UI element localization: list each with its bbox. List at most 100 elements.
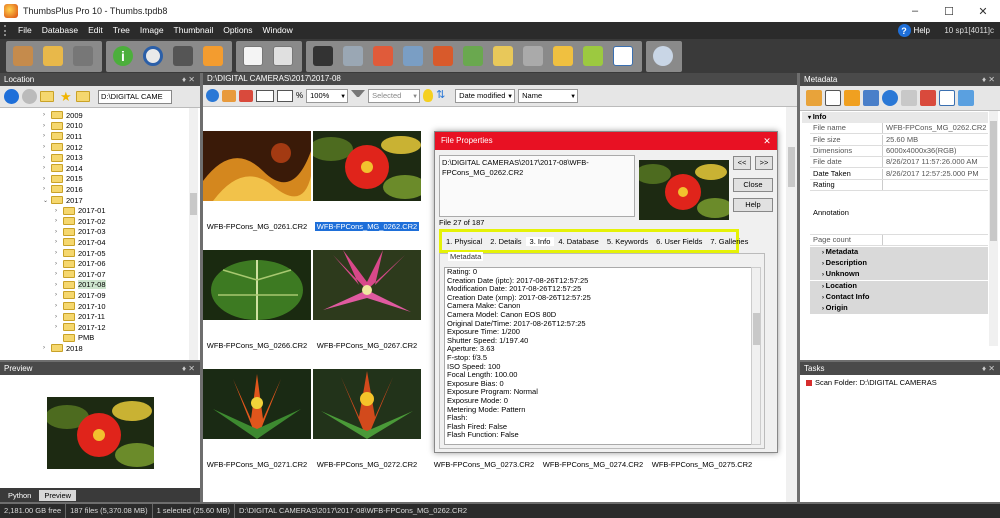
panel-pin-icon[interactable]: ♦ ✕ xyxy=(982,362,995,375)
panel-pin-icon[interactable]: ♦ ✕ xyxy=(182,73,195,86)
panel-pin-icon[interactable]: ♦ ✕ xyxy=(982,73,995,86)
scan-icon[interactable] xyxy=(399,42,427,70)
copy-icon[interactable] xyxy=(239,42,267,70)
metadata-gear-icon[interactable] xyxy=(901,90,917,106)
scroll-thumb[interactable] xyxy=(190,193,197,215)
tree-node[interactable]: PMB xyxy=(55,333,94,344)
tree-node[interactable]: › 2012 xyxy=(43,142,83,153)
metadata-section[interactable]: ▾ Info xyxy=(802,112,988,123)
metadata-row[interactable]: Annotation xyxy=(810,191,988,236)
menu-tree[interactable]: Tree xyxy=(108,22,135,39)
browse-folder-icon[interactable] xyxy=(76,91,90,102)
tab-keywords[interactable]: 5. Keywords xyxy=(603,237,652,246)
next-file-button[interactable]: >> xyxy=(755,156,773,170)
thumbnail-image[interactable] xyxy=(313,250,421,320)
metadata-subsection[interactable]: › Origin xyxy=(810,303,988,315)
metadata-row[interactable]: Dimensions 6000x4000x36(RGB) xyxy=(810,145,988,157)
checklist-icon[interactable] xyxy=(609,42,637,70)
metadata-subsection[interactable]: › Location xyxy=(810,280,988,292)
metadata-list-scrollbar[interactable] xyxy=(751,267,761,445)
thumbnail-item[interactable]: WFB-FPCons_MG_0266.CR2 xyxy=(203,250,311,368)
tree-node[interactable]: › 2017-06 xyxy=(55,258,106,269)
tab-user-fields[interactable]: 6. User Fields xyxy=(652,237,706,246)
tree-node[interactable]: › 2017-04 xyxy=(55,237,106,248)
tab-info[interactable]: 3. Info xyxy=(525,236,555,246)
tree-node[interactable]: › 2017-01 xyxy=(55,205,106,216)
tree-node[interactable]: › 2015 xyxy=(43,174,83,185)
dialog-close-icon[interactable]: ✕ xyxy=(761,135,773,147)
email-icon[interactable] xyxy=(369,42,397,70)
save-metadata-icon[interactable] xyxy=(844,90,860,106)
thumbnail-image[interactable] xyxy=(313,369,421,439)
chevron-icon[interactable]: › xyxy=(43,144,51,150)
lightbulb-icon[interactable] xyxy=(423,89,434,102)
task-item[interactable]: Scan Folder: D:\DIGITAL CAMERAS xyxy=(806,378,937,387)
metadata-row[interactable]: File name WFB-FPCons_MG_0262.CR2 xyxy=(810,123,988,135)
tree-node[interactable]: › 2017-09 xyxy=(55,290,106,301)
scroll-thumb[interactable] xyxy=(990,121,997,241)
chevron-icon[interactable]: › xyxy=(55,250,63,256)
sort-secondary-select[interactable]: Name ▼ xyxy=(518,88,579,103)
previous-file-button[interactable]: << xyxy=(733,156,751,170)
thumbnail-image[interactable] xyxy=(203,131,311,201)
sync-icon[interactable] xyxy=(882,90,898,106)
tools-icon[interactable] xyxy=(459,42,487,70)
delete-folder-icon[interactable] xyxy=(519,42,547,70)
menu-database[interactable]: Database xyxy=(37,22,83,39)
chevron-icon[interactable]: › xyxy=(55,292,63,298)
print-icon[interactable] xyxy=(339,42,367,70)
tab-galleries[interactable]: 7. Galleries xyxy=(706,237,752,246)
refresh-icon[interactable] xyxy=(206,89,219,102)
find-icon[interactable] xyxy=(309,42,337,70)
chevron-icon[interactable]: ⌄ xyxy=(43,197,51,204)
chevron-icon[interactable]: › xyxy=(55,314,63,320)
slideshow-icon[interactable] xyxy=(169,42,197,70)
info-icon[interactable]: i xyxy=(109,42,137,70)
chevron-icon[interactable]: › xyxy=(55,282,63,288)
untag-icon[interactable] xyxy=(239,89,253,102)
sort-primary-select[interactable]: Date modified ▼ xyxy=(455,88,516,103)
web-gallery-icon[interactable] xyxy=(429,42,457,70)
dialog-close-button[interactable]: Close xyxy=(733,178,773,192)
chevron-icon[interactable]: › xyxy=(43,165,51,171)
thumbnail-item[interactable]: WFB-FPCons_MG_0272.CR2 xyxy=(313,369,421,487)
tab-details[interactable]: 2. Details xyxy=(486,237,525,246)
tab-physical[interactable]: 1. Physical xyxy=(442,237,486,246)
blank-icon[interactable] xyxy=(825,90,841,106)
tree-node[interactable]: › 2017-10 xyxy=(55,301,106,312)
chevron-icon[interactable]: › xyxy=(55,324,63,330)
metadata-value[interactable]: 25.60 MB xyxy=(882,134,988,145)
menu-thumbnail[interactable]: Thumbnail xyxy=(169,22,219,39)
copy-metadata-icon[interactable] xyxy=(863,90,879,106)
tree-node[interactable]: › 2016 xyxy=(43,184,83,195)
settings-gear-icon[interactable] xyxy=(649,42,677,70)
chevron-icon[interactable]: › xyxy=(43,133,51,139)
tree-node[interactable]: ⌄ 2017 xyxy=(43,195,83,206)
menu-options[interactable]: Options xyxy=(218,22,257,39)
thumb-size-icon[interactable] xyxy=(277,89,293,102)
metadata-row[interactable]: File size 25.60 MB xyxy=(810,134,988,146)
hand-icon[interactable] xyxy=(9,42,37,70)
chevron-icon[interactable]: › xyxy=(55,239,63,245)
thumbnail-image[interactable] xyxy=(203,250,311,320)
metadata-help-icon[interactable] xyxy=(958,90,974,106)
chevron-icon[interactable]: › xyxy=(43,155,51,161)
grid-scrollbar[interactable] xyxy=(786,107,797,502)
folder-open-icon[interactable] xyxy=(39,42,67,70)
tree-node[interactable]: › 2017-12 xyxy=(55,322,106,333)
metadata-row[interactable]: File date 8/26/2017 11:57:26.000 AM xyxy=(810,157,988,169)
back-icon[interactable] xyxy=(4,89,19,104)
metadata-subsection[interactable]: › Metadata xyxy=(810,246,988,258)
tree-node[interactable]: › 2018 xyxy=(43,343,83,354)
thumbnail-image[interactable] xyxy=(203,369,311,439)
thumbnail-item[interactable]: WFB-FPCons_MG_0262.CR2 xyxy=(313,131,421,249)
metadata-scrollbar[interactable] xyxy=(989,111,998,346)
chevron-icon[interactable]: › xyxy=(55,218,63,224)
tree-scrollbar[interactable] xyxy=(189,108,198,360)
eye-icon[interactable] xyxy=(139,42,167,70)
metadata-row[interactable]: Date Taken 8/26/2017 12:57:25.000 PM xyxy=(810,168,988,180)
close-window-button[interactable]: ✕ xyxy=(966,0,1000,22)
scroll-thumb[interactable] xyxy=(788,147,795,187)
chevron-icon[interactable]: › xyxy=(55,208,63,214)
tree-node[interactable]: › 2013 xyxy=(43,152,83,163)
